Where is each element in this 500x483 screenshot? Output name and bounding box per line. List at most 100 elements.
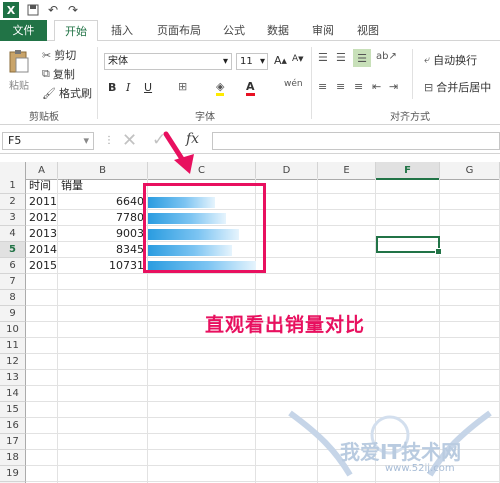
cell-b17[interactable]: [58, 434, 148, 450]
cell-e1[interactable]: [318, 178, 376, 194]
tab-file[interactable]: 文件: [0, 20, 47, 41]
cell-b9[interactable]: [58, 306, 148, 322]
cell-e3[interactable]: [318, 210, 376, 226]
cell-b19[interactable]: [58, 466, 148, 482]
tab-home[interactable]: 开始: [54, 20, 98, 42]
cell-f8[interactable]: [376, 290, 440, 306]
cell-a7[interactable]: [26, 274, 58, 290]
cell-e8[interactable]: [318, 290, 376, 306]
row-header-13[interactable]: 13: [0, 370, 26, 386]
cell-a14[interactable]: [26, 386, 58, 402]
row-header-10[interactable]: 10: [0, 322, 26, 338]
cell-g14[interactable]: [440, 386, 500, 402]
cell-f1[interactable]: [376, 178, 440, 194]
cell-e14[interactable]: [318, 386, 376, 402]
align-bottom-icon[interactable]: ☰: [353, 49, 371, 67]
decrease-font-button[interactable]: A ▼: [292, 54, 304, 64]
active-cell-f5[interactable]: [376, 236, 442, 255]
paste-button[interactable]: 粘贴: [8, 49, 30, 92]
font-size-select[interactable]: 11 ▾: [236, 53, 268, 70]
row-header-9[interactable]: 9: [0, 306, 26, 322]
outdent-icon[interactable]: ⇥: [389, 80, 398, 93]
cell-g10[interactable]: [440, 322, 500, 338]
cell-a4[interactable]: 2013: [26, 226, 58, 242]
cell-d13[interactable]: [256, 370, 318, 386]
align-middle-icon[interactable]: ☰: [336, 51, 346, 64]
row-header-11[interactable]: 11: [0, 338, 26, 354]
cell-f10[interactable]: [376, 322, 440, 338]
borders-icon[interactable]: ⊞: [178, 80, 187, 93]
align-center-icon[interactable]: ≡: [336, 80, 345, 93]
cell-a6[interactable]: 2015: [26, 258, 58, 274]
increase-font-button[interactable]: A ▲: [274, 54, 287, 67]
cell-d14[interactable]: [256, 386, 318, 402]
cell-b3[interactable]: 7780: [58, 210, 148, 226]
row-header-12[interactable]: 12: [0, 354, 26, 370]
indent-icon[interactable]: ⇤: [372, 80, 381, 93]
cell-c18[interactable]: [148, 450, 256, 466]
cell-b18[interactable]: [58, 450, 148, 466]
formula-input[interactable]: [212, 132, 500, 150]
cell-d11[interactable]: [256, 338, 318, 354]
cell-b7[interactable]: [58, 274, 148, 290]
cell-d8[interactable]: [256, 290, 318, 306]
row-header-17[interactable]: 17: [0, 434, 26, 450]
cell-a16[interactable]: [26, 418, 58, 434]
italic-button[interactable]: I: [126, 81, 130, 94]
cell-g9[interactable]: [440, 306, 500, 322]
cell-c8[interactable]: [148, 290, 256, 306]
cell-a1[interactable]: 时间: [26, 178, 58, 194]
cell-g12[interactable]: [440, 354, 500, 370]
row-header-6[interactable]: 6: [0, 258, 26, 274]
row-header-7[interactable]: 7: [0, 274, 26, 290]
tab-view[interactable]: 视图: [350, 20, 386, 41]
align-left-icon[interactable]: ≡: [318, 80, 327, 93]
cell-c15[interactable]: [148, 402, 256, 418]
cell-a12[interactable]: [26, 354, 58, 370]
save-icon[interactable]: [23, 0, 43, 20]
cell-c16[interactable]: [148, 418, 256, 434]
tab-page-layout[interactable]: 页面布局: [148, 20, 210, 41]
cell-a19[interactable]: [26, 466, 58, 482]
wrap-text-button[interactable]: ⤶ 自动换行: [424, 52, 477, 68]
cell-c11[interactable]: [148, 338, 256, 354]
cell-f14[interactable]: [376, 386, 440, 402]
align-top-icon[interactable]: ☰: [318, 51, 328, 64]
cell-e6[interactable]: [318, 258, 376, 274]
cell-f6[interactable]: [376, 258, 440, 274]
row-header-8[interactable]: 8: [0, 290, 26, 306]
cell-b5[interactable]: 8345: [58, 242, 148, 258]
cell-b15[interactable]: [58, 402, 148, 418]
row-header-18[interactable]: 18: [0, 450, 26, 466]
cell-g1[interactable]: [440, 178, 500, 194]
cell-b2[interactable]: 6640: [58, 194, 148, 210]
bold-button[interactable]: B: [108, 81, 116, 94]
cell-f11[interactable]: [376, 338, 440, 354]
cell-b10[interactable]: [58, 322, 148, 338]
tab-data[interactable]: 数据: [260, 20, 296, 41]
tab-formulas[interactable]: 公式: [216, 20, 252, 41]
cell-a17[interactable]: [26, 434, 58, 450]
merge-center-button[interactable]: ⊟ 合并后居中: [424, 79, 491, 95]
cell-c13[interactable]: [148, 370, 256, 386]
row-header-19[interactable]: 19: [0, 466, 26, 482]
cell-c19[interactable]: [148, 466, 256, 482]
cell-e4[interactable]: [318, 226, 376, 242]
cell-g8[interactable]: [440, 290, 500, 306]
row-header-4[interactable]: 4: [0, 226, 26, 242]
cell-b12[interactable]: [58, 354, 148, 370]
cell-g5[interactable]: [440, 242, 500, 258]
row-header-15[interactable]: 15: [0, 402, 26, 418]
cell-a18[interactable]: [26, 450, 58, 466]
cell-f7[interactable]: [376, 274, 440, 290]
row-header-16[interactable]: 16: [0, 418, 26, 434]
cell-g13[interactable]: [440, 370, 500, 386]
cell-b1[interactable]: 销量: [58, 178, 148, 194]
cell-a8[interactable]: [26, 290, 58, 306]
cell-d12[interactable]: [256, 354, 318, 370]
cell-c12[interactable]: [148, 354, 256, 370]
phonetic-icon[interactable]: wén: [284, 79, 303, 89]
cell-g4[interactable]: [440, 226, 500, 242]
copy-button[interactable]: ⧉ 复制: [42, 66, 75, 82]
cell-a3[interactable]: 2012: [26, 210, 58, 226]
